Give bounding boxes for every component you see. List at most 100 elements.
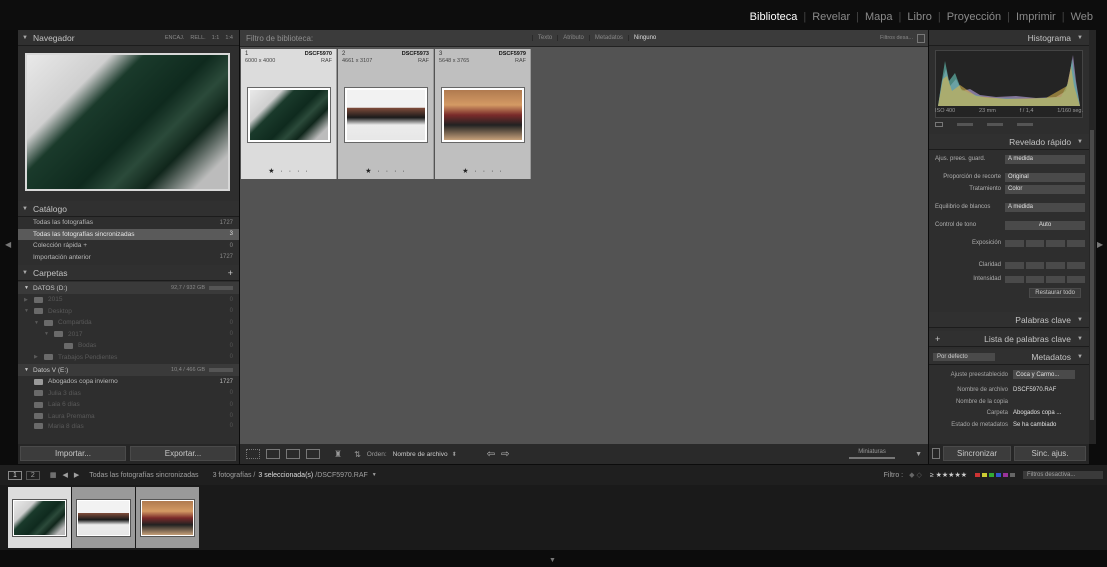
folder-row[interactable]: Abogados copa invierno 1727 <box>18 376 239 388</box>
volume-datos-e[interactable]: ▼ Datos V (E:) 10,4 / 466 GB <box>18 364 239 376</box>
expand-triangle-icon[interactable]: ▶ <box>34 354 44 360</box>
folder-row[interactable]: Maria 8 días 0 <box>18 422 239 430</box>
sort-direction-icon[interactable]: ⇅ <box>354 450 361 459</box>
folder-row[interactable]: ▼ Compartida 0 <box>18 317 239 329</box>
flag-filter-icon[interactable]: ◆ ◇ <box>909 471 922 479</box>
filter-tab-metadata[interactable]: Metadatos <box>588 35 628 41</box>
filter-tab-none[interactable]: Ninguno <box>627 35 661 41</box>
star-filter[interactable]: ≥ ★★★★★ <box>930 471 967 479</box>
zoom-fill[interactable]: RELL. <box>190 35 205 41</box>
navigator-preview[interactable] <box>25 53 230 191</box>
folder-row[interactable]: Julia 3 días 0 <box>18 388 239 400</box>
catalog-item-previous-import[interactable]: Importación anterior 1727 <box>18 252 239 264</box>
reset-all-button[interactable]: Restaurar todo <box>1029 288 1081 298</box>
expand-triangle-icon[interactable]: ▼ <box>44 331 54 337</box>
decrease-more-button[interactable] <box>1005 239 1024 247</box>
histogram-header[interactable]: Histograma ▼ <box>929 30 1089 46</box>
filmstrip-thumbnail[interactable] <box>76 499 131 537</box>
purple-label-icon[interactable] <box>1003 473 1008 477</box>
folder-row[interactable]: Laia 6 días 0 <box>18 399 239 411</box>
grid-cell[interactable]: 2 DSCF5973 4661 x 3107 RAF ★ · · · · <box>338 49 434 179</box>
tool-slot[interactable] <box>1017 122 1033 126</box>
increase-button[interactable] <box>1046 275 1065 283</box>
treatment-select[interactable]: Color <box>1005 184 1085 194</box>
back-arrow-icon[interactable]: ◀ <box>62 471 67 479</box>
gray-label-icon[interactable] <box>1010 473 1015 477</box>
green-label-icon[interactable] <box>989 473 994 477</box>
auto-tone-button[interactable]: Auto <box>1005 220 1085 230</box>
screen-1-button[interactable]: 1 <box>8 470 22 480</box>
sort-dropdown-icon[interactable]: ⬍ <box>452 451 457 458</box>
folder-row[interactable]: ▼ Desktop 0 <box>18 306 239 318</box>
folder-row[interactable]: ▼ 2017 0 <box>18 329 239 341</box>
sync-button[interactable]: Sincronizar <box>943 446 1011 461</box>
yellow-label-icon[interactable] <box>982 473 987 477</box>
catalog-header[interactable]: ▼ Catálogo <box>18 201 239 217</box>
catalog-item-quick-collection[interactable]: Colección rápida + 0 <box>18 240 239 252</box>
filter-tab-text[interactable]: Texto <box>531 35 557 41</box>
forward-arrow-icon[interactable]: ▶ <box>74 471 79 479</box>
increase-button[interactable] <box>1046 261 1065 269</box>
filmstrip-filter-select[interactable]: Filtros desactiva... <box>1023 471 1103 479</box>
decrease-button[interactable] <box>1025 261 1044 269</box>
export-button[interactable]: Exportar... <box>130 446 236 461</box>
folder-row[interactable]: Laura Premama 0 <box>18 411 239 423</box>
quick-develop-header[interactable]: Revelado rápido ▼ <box>929 134 1089 150</box>
decrease-button[interactable] <box>1025 239 1044 247</box>
volume-datos-d[interactable]: ▼ DATOS (D:) 92,7 / 932 GB <box>18 282 239 294</box>
red-label-icon[interactable] <box>975 473 980 477</box>
navigator-header[interactable]: ▼ Navegador ENCAJ. RELL. 1:1 1:4 <box>18 30 239 46</box>
crop-tool-icon[interactable] <box>935 121 943 127</box>
star-rating[interactable]: ★ · · · · <box>435 167 531 175</box>
blue-label-icon[interactable] <box>996 473 1001 477</box>
metadata-value[interactable]: Abogados copa ... <box>1013 410 1061 416</box>
left-panel-toggle-icon[interactable]: ◀ <box>5 240 11 249</box>
next-photo-icon[interactable]: ⇨ <box>501 449 509 460</box>
compare-view-icon[interactable] <box>286 449 300 459</box>
photo-thumbnail[interactable] <box>441 87 525 143</box>
increase-more-button[interactable] <box>1066 261 1085 269</box>
white-balance-select[interactable]: A medida <box>1005 202 1085 212</box>
import-button[interactable]: Importar... <box>20 446 126 461</box>
sync-toggle-icon[interactable] <box>932 448 940 459</box>
add-keyword-icon[interactable]: + <box>935 334 940 344</box>
survey-view-icon[interactable] <box>306 449 320 459</box>
screen-2-button[interactable]: 2 <box>25 470 40 480</box>
photo-thumbnail[interactable] <box>344 87 428 143</box>
right-panel-toggle-icon[interactable]: ▶ <box>1097 240 1103 249</box>
zoom-fit[interactable]: ENCAJ. <box>165 35 185 41</box>
filter-preset-select[interactable]: Filtros desa... <box>880 35 917 41</box>
decrease-more-button[interactable] <box>1005 275 1024 283</box>
zoom-1-1[interactable]: 1:1 <box>212 35 220 41</box>
keyword-list-header[interactable]: + Lista de palabras clave ▼ <box>929 331 1089 347</box>
filmstrip-cell[interactable] <box>136 487 199 548</box>
photo-thumbnail[interactable] <box>247 87 331 143</box>
color-label-filter[interactable] <box>975 473 1015 477</box>
thumbnail-size-slider[interactable] <box>849 457 896 459</box>
zoom-1-4[interactable]: 1:4 <box>225 35 233 41</box>
decrease-button[interactable] <box>1025 275 1044 283</box>
increase-more-button[interactable] <box>1066 275 1085 283</box>
module-web[interactable]: Web <box>1065 11 1099 23</box>
tool-slot[interactable] <box>957 122 973 126</box>
filter-tab-attribute[interactable]: Atributo <box>557 35 589 41</box>
grid-cell[interactable]: 3 DSCF5979 5648 x 3765 RAF ★ · · · · <box>435 49 531 179</box>
module-develop[interactable]: Revelar <box>806 11 856 23</box>
filmstrip-cell[interactable] <box>8 487 71 548</box>
increase-button[interactable] <box>1046 239 1065 247</box>
folder-row[interactable]: ▶ Trabajos Pendientes 0 <box>18 352 239 364</box>
loupe-view-icon[interactable] <box>266 449 280 459</box>
module-print[interactable]: Imprimir <box>1010 11 1062 23</box>
grid-cell[interactable]: 1 DSCF5970 6000 x 4000 RAF ★ · · · · <box>241 49 337 179</box>
metadata-preset-select[interactable]: Coca y Carmo... <box>1013 370 1075 380</box>
decrease-more-button[interactable] <box>1005 261 1024 269</box>
increase-more-button[interactable] <box>1066 239 1085 247</box>
metadata-header[interactable]: Por defecto Metadatos ▼ <box>929 349 1089 365</box>
folder-row[interactable]: ▶ 2015 0 <box>18 294 239 306</box>
expand-triangle-icon[interactable]: ▼ <box>34 320 44 326</box>
grid-view-icon[interactable] <box>246 449 260 459</box>
module-slideshow[interactable]: Proyección <box>941 11 1007 23</box>
catalog-item-all[interactable]: Todas las fotografías 1727 <box>18 217 239 229</box>
tool-slot[interactable] <box>987 122 1003 126</box>
module-map[interactable]: Mapa <box>859 11 899 23</box>
